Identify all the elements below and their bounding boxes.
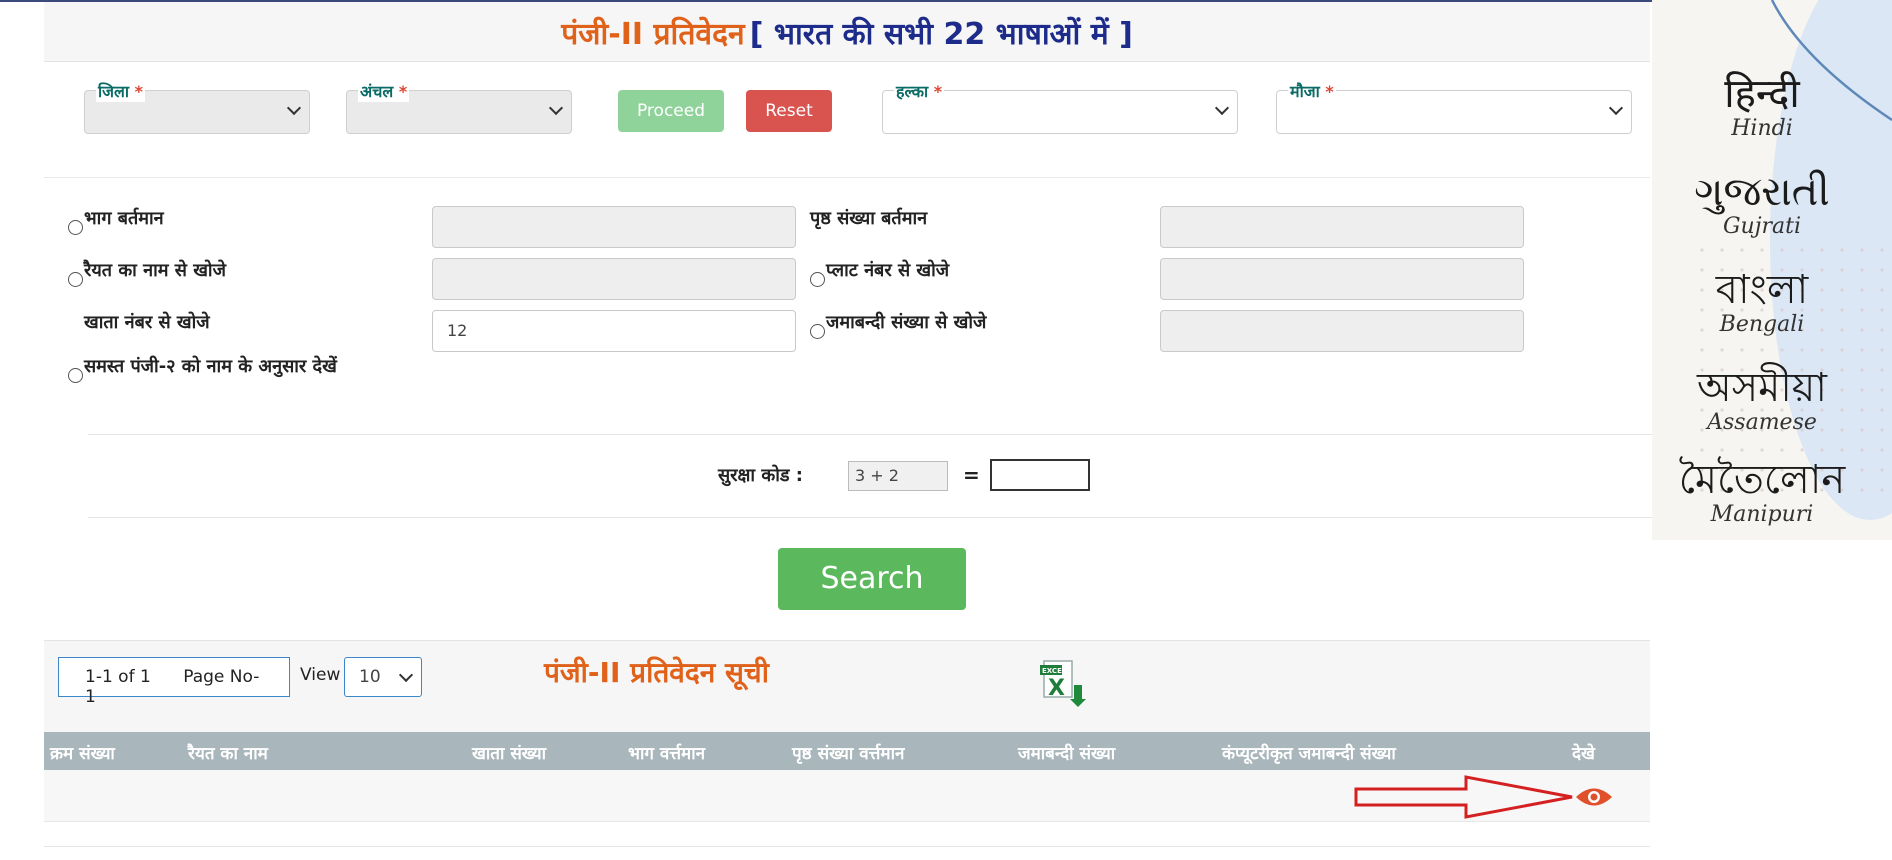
chevron-down-icon — [1214, 100, 1230, 116]
lang-gujrati-native: ગુજરાતી — [1694, 169, 1830, 215]
svg-text:EXCEL: EXCEL — [1042, 667, 1067, 675]
col-view: देखे — [1572, 744, 1595, 764]
halka-label: हल्का * — [894, 80, 945, 102]
chevron-down-icon — [1608, 100, 1624, 116]
reset-button[interactable]: Reset — [746, 90, 832, 132]
search-options: भाग बर्तमान पृष्ठ संख्या बर्तमान रैयत का… — [44, 178, 1650, 428]
eye-icon[interactable] — [1575, 786, 1613, 808]
jamabandi-radio[interactable] — [810, 324, 825, 339]
plot-radio[interactable] — [810, 272, 825, 287]
captcha-code: 3 + 2 — [848, 461, 948, 491]
col-computerized-jamabandi: कंप्यूटरीकृत जमाबन्दी संख्या — [1222, 744, 1396, 764]
jamabandi-label: जमाबन्दी संख्या से खोजे — [826, 312, 987, 333]
captcha-input[interactable] — [990, 459, 1090, 491]
view-select[interactable]: 10 — [344, 657, 422, 697]
lang-hindi-english: Hindi — [1731, 116, 1793, 141]
bhag-input[interactable] — [432, 206, 796, 248]
excel-export-icon[interactable]: EXCEL X — [1038, 659, 1086, 707]
col-bhag: भाग वर्त्तमान — [628, 744, 706, 764]
lang-gujrati[interactable]: ગુજરાતી Gujrati — [1652, 170, 1872, 240]
bhag-radio[interactable] — [68, 220, 83, 235]
col-khata: खाता संख्या — [472, 744, 547, 764]
filter-row: जिला * अंचल * हल्का * मौजा * — [44, 62, 1650, 178]
col-raiyat: रैयत का नाम — [188, 744, 268, 764]
raiyat-label: रैयत का नाम से खोजे — [84, 260, 226, 281]
view-label: View — [300, 665, 341, 685]
mauja-label: मौजा * — [1288, 80, 1336, 102]
lang-hindi-native: हिन्दी — [1724, 71, 1800, 117]
table-row — [44, 770, 1650, 822]
khata-input[interactable]: 12 — [432, 310, 796, 352]
lang-bengali-native: বাংলা — [1715, 267, 1809, 313]
plot-label: प्लाट नंबर से खोजे — [826, 260, 950, 281]
zone-label: अंचल * — [358, 80, 410, 102]
view-value: 10 — [359, 667, 381, 687]
lang-hindi[interactable]: हिन्दी Hindi — [1652, 72, 1872, 142]
lang-assamese[interactable]: অসমীয়া Assamese — [1652, 366, 1872, 436]
lang-bengali[interactable]: বাংলা Bengali — [1652, 268, 1872, 338]
all-label: समस्त पंजी-२ को नाम के अनुसार देखें — [84, 356, 337, 377]
district-label: जिला * — [96, 80, 145, 102]
proceed-button[interactable]: Proceed — [618, 90, 724, 132]
captcha-equals: = — [963, 463, 980, 487]
bhag-label: भाग बर्तमान — [84, 208, 164, 229]
lang-manipuri-native: মৈতৈলোন — [1678, 457, 1846, 503]
all-radio[interactable] — [68, 368, 83, 383]
main-panel: पंजी-II प्रतिवेदन [ भारत की सभी 22 भाषाओ… — [44, 2, 1658, 860]
title-sub: [ भारत की सभी 22 भाषाओं में ] — [749, 17, 1133, 52]
page-title: पंजी-II प्रतिवेदन [ भारत की सभी 22 भाषाओ… — [44, 2, 1650, 62]
jamabandi-input[interactable] — [1160, 310, 1524, 352]
bottom-divider — [44, 846, 1650, 847]
chevron-down-icon — [398, 667, 414, 683]
captcha-label: सुरक्षा कोड : — [718, 465, 803, 486]
khata-label: खाता नंबर से खोजे — [84, 312, 210, 333]
title-main: पंजी-II प्रतिवेदन — [561, 17, 745, 52]
captcha-row: सुरक्षा कोड : 3 + 2 = — [88, 434, 1658, 518]
red-arrow-annotation — [1354, 775, 1573, 819]
list-header: 1-1 of 1 Page No- 1 View 10 पंजी-II प्रत… — [44, 640, 1650, 732]
raiyat-input[interactable] — [432, 258, 796, 300]
lang-assamese-english: Assamese — [1707, 410, 1817, 435]
lang-gujrati-english: Gujrati — [1722, 214, 1802, 239]
language-panel: हिन्दी Hindi ગુજરાતી Gujrati বাংলা Benga… — [1652, 0, 1892, 540]
col-serial: क्रम संख्या — [50, 744, 115, 764]
search-button[interactable]: Search — [778, 548, 966, 610]
pager: 1-1 of 1 Page No- 1 — [58, 657, 290, 707]
raiyat-radio[interactable] — [68, 272, 83, 287]
col-jamabandi: जमाबन्दी संख्या — [1018, 744, 1116, 764]
pager-count: 1-1 of 1 — [85, 667, 151, 687]
lang-bengali-english: Bengali — [1719, 312, 1805, 337]
list-title: पंजी-II प्रतिवेदन सूची — [544, 656, 769, 689]
lang-manipuri[interactable]: মৈতৈলোন Manipuri — [1652, 458, 1872, 528]
chevron-down-icon — [286, 100, 302, 116]
table-header: क्रम संख्या रैयत का नाम खाता संख्या भाग … — [44, 732, 1650, 770]
svg-text:X: X — [1048, 676, 1065, 701]
chevron-down-icon — [548, 100, 564, 116]
page-number-input[interactable] — [1160, 206, 1524, 248]
plot-input[interactable] — [1160, 258, 1524, 300]
col-page: पृष्ठ संख्या वर्त्तमान — [792, 744, 905, 764]
lang-manipuri-english: Manipuri — [1710, 502, 1814, 527]
page-number-label: पृष्ठ संख्या बर्तमान — [810, 208, 928, 229]
lang-assamese-native: অসমীয়া — [1697, 365, 1827, 411]
